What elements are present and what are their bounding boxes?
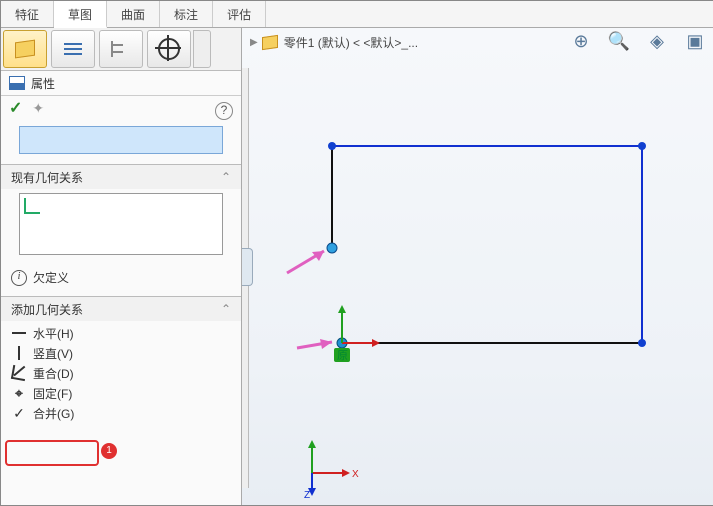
fix-icon: ⌖ (11, 385, 27, 401)
selection-box[interactable] (19, 126, 223, 154)
section-existing-label: 现有几何关系 (11, 169, 83, 186)
relation-fix[interactable]: ⌖ 固定(F) (1, 383, 241, 403)
chevron-up-icon: ⌃ (221, 170, 231, 184)
coincident-icon (11, 365, 27, 381)
dimxpert-tab[interactable] (147, 30, 191, 68)
relation-merge-label: 合并(G) (33, 405, 74, 422)
relation-vertical[interactable]: 竖直(V) (1, 343, 241, 363)
tab-annotate[interactable]: 标注 (160, 1, 213, 27)
list-icon (64, 42, 82, 56)
relation-horizontal-label: 水平(H) (33, 325, 74, 342)
tab-evaluate[interactable]: 评估 (213, 1, 266, 27)
tab-surface[interactable]: 曲面 (107, 1, 160, 27)
axis-x-label: X (352, 469, 359, 480)
ribbon-tabs: 特征 草图 曲面 标注 评估 (1, 1, 713, 28)
relation-merge[interactable]: ✓ 合并(G) (1, 403, 241, 423)
add-relations-list: 水平(H) 竖直(V) 重合(D) ⌖ 固定(F) (1, 321, 241, 431)
relation-fix-label: 固定(F) (33, 385, 72, 402)
tree-icon (111, 41, 131, 57)
relation-vertical-label: 竖直(V) (33, 345, 73, 362)
perpendicular-icon (24, 198, 40, 214)
cube-icon (15, 40, 35, 59)
sketch-point[interactable] (638, 339, 646, 347)
properties-title: 属性 (31, 75, 55, 92)
help-icon[interactable]: ? (215, 102, 233, 120)
status-text: 欠定义 (33, 269, 69, 286)
relation-coincident[interactable]: 重合(D) (1, 363, 241, 383)
section-existing-relations[interactable]: 现有几何关系 ⌃ (1, 165, 241, 189)
axis-z-label: Z (304, 490, 310, 498)
overflow-tab[interactable] (193, 30, 211, 68)
merge-icon: ✓ (11, 405, 27, 421)
config-manager-tab[interactable] (99, 30, 143, 68)
confirm-row: ✓ ✦ (1, 96, 241, 120)
manager-tabs (1, 28, 241, 71)
tab-feature[interactable]: 特征 (1, 1, 54, 27)
property-manager: 属性 ? ✓ ✦ 现有几何关系 ⌃ i 欠定义 (1, 28, 242, 505)
ok-button[interactable]: ✓ (9, 98, 22, 118)
property-manager-tab[interactable] (51, 30, 95, 68)
properties-header: 属性 (1, 71, 241, 96)
horizontal-icon (11, 325, 27, 341)
tab-sketch[interactable]: 草图 (54, 1, 107, 28)
chevron-up-icon: ⌃ (221, 302, 231, 316)
origin-label: 原 (337, 350, 348, 362)
existing-relations-list[interactable] (19, 193, 223, 255)
relation-horizontal[interactable]: 水平(H) (1, 323, 241, 343)
sketch-endpoint-selected[interactable] (327, 243, 337, 253)
sketch-point[interactable] (638, 142, 646, 150)
pin-button[interactable]: ✦ (32, 100, 44, 117)
relation-coincident-label: 重合(D) (33, 365, 74, 382)
annotation-badge: 1 (101, 443, 117, 459)
target-icon (158, 38, 180, 60)
feature-manager-tab[interactable] (3, 30, 47, 68)
graphics-area[interactable]: ▶ 零件1 (默认) < <默认>_... ⊕ 🔍 ◈ ▣ (242, 28, 713, 505)
section-add-relations[interactable]: 添加几何关系 ⌃ (1, 297, 241, 321)
info-icon: i (11, 270, 27, 286)
properties-icon (9, 76, 25, 90)
status-row: i 欠定义 (1, 265, 241, 296)
section-add-label: 添加几何关系 (11, 301, 83, 318)
annotation-highlight (5, 440, 99, 466)
vertical-icon (11, 345, 27, 361)
sketch-svg: 原 X Z (242, 28, 712, 498)
sketch-point[interactable] (328, 142, 336, 150)
